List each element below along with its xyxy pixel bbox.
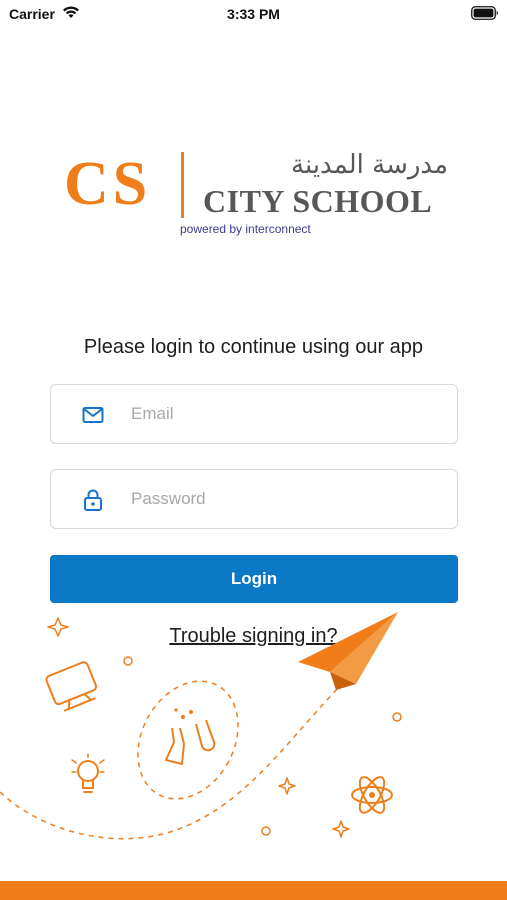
sparkle-icon xyxy=(332,820,350,838)
logo-arabic-name: مدرسة المدينة xyxy=(291,150,448,180)
status-bar: Carrier 3:33 PM xyxy=(0,0,507,30)
email-field[interactable] xyxy=(50,384,458,444)
powered-by-label: powered by interconnect xyxy=(180,222,311,236)
atom-icon xyxy=(351,776,393,814)
logo-divider xyxy=(181,152,184,218)
dot-icon xyxy=(261,826,271,836)
logo-english-name: CITY SCHOOL xyxy=(203,183,433,219)
login-button[interactable]: Login xyxy=(50,555,458,603)
clock-time: 3:33 PM xyxy=(227,6,280,22)
password-field[interactable] xyxy=(50,469,458,529)
bottom-accent-bar xyxy=(0,881,507,900)
lock-icon xyxy=(84,489,102,511)
test-tubes-icon xyxy=(165,708,216,765)
monitor-icon xyxy=(45,661,98,712)
login-prompt: Please login to continue using our app xyxy=(83,336,424,358)
mail-icon xyxy=(82,407,104,423)
sparkle-icon xyxy=(278,777,296,795)
dashed-oval xyxy=(137,680,239,800)
lightbulb-icon xyxy=(71,753,105,793)
email-input[interactable] xyxy=(131,385,441,442)
logo-initials: CS xyxy=(64,150,152,218)
dashed-flight-path xyxy=(0,687,339,840)
dot-icon xyxy=(392,712,402,722)
trouble-signing-in-link[interactable]: Trouble signing in? xyxy=(0,625,507,648)
password-input[interactable] xyxy=(131,470,441,527)
battery-icon xyxy=(471,6,498,20)
dot-icon xyxy=(123,656,133,666)
paper-plane-icon xyxy=(298,612,398,690)
school-logo: CS مدرسة المدينة CITY SCHOOL powered by … xyxy=(62,148,456,238)
